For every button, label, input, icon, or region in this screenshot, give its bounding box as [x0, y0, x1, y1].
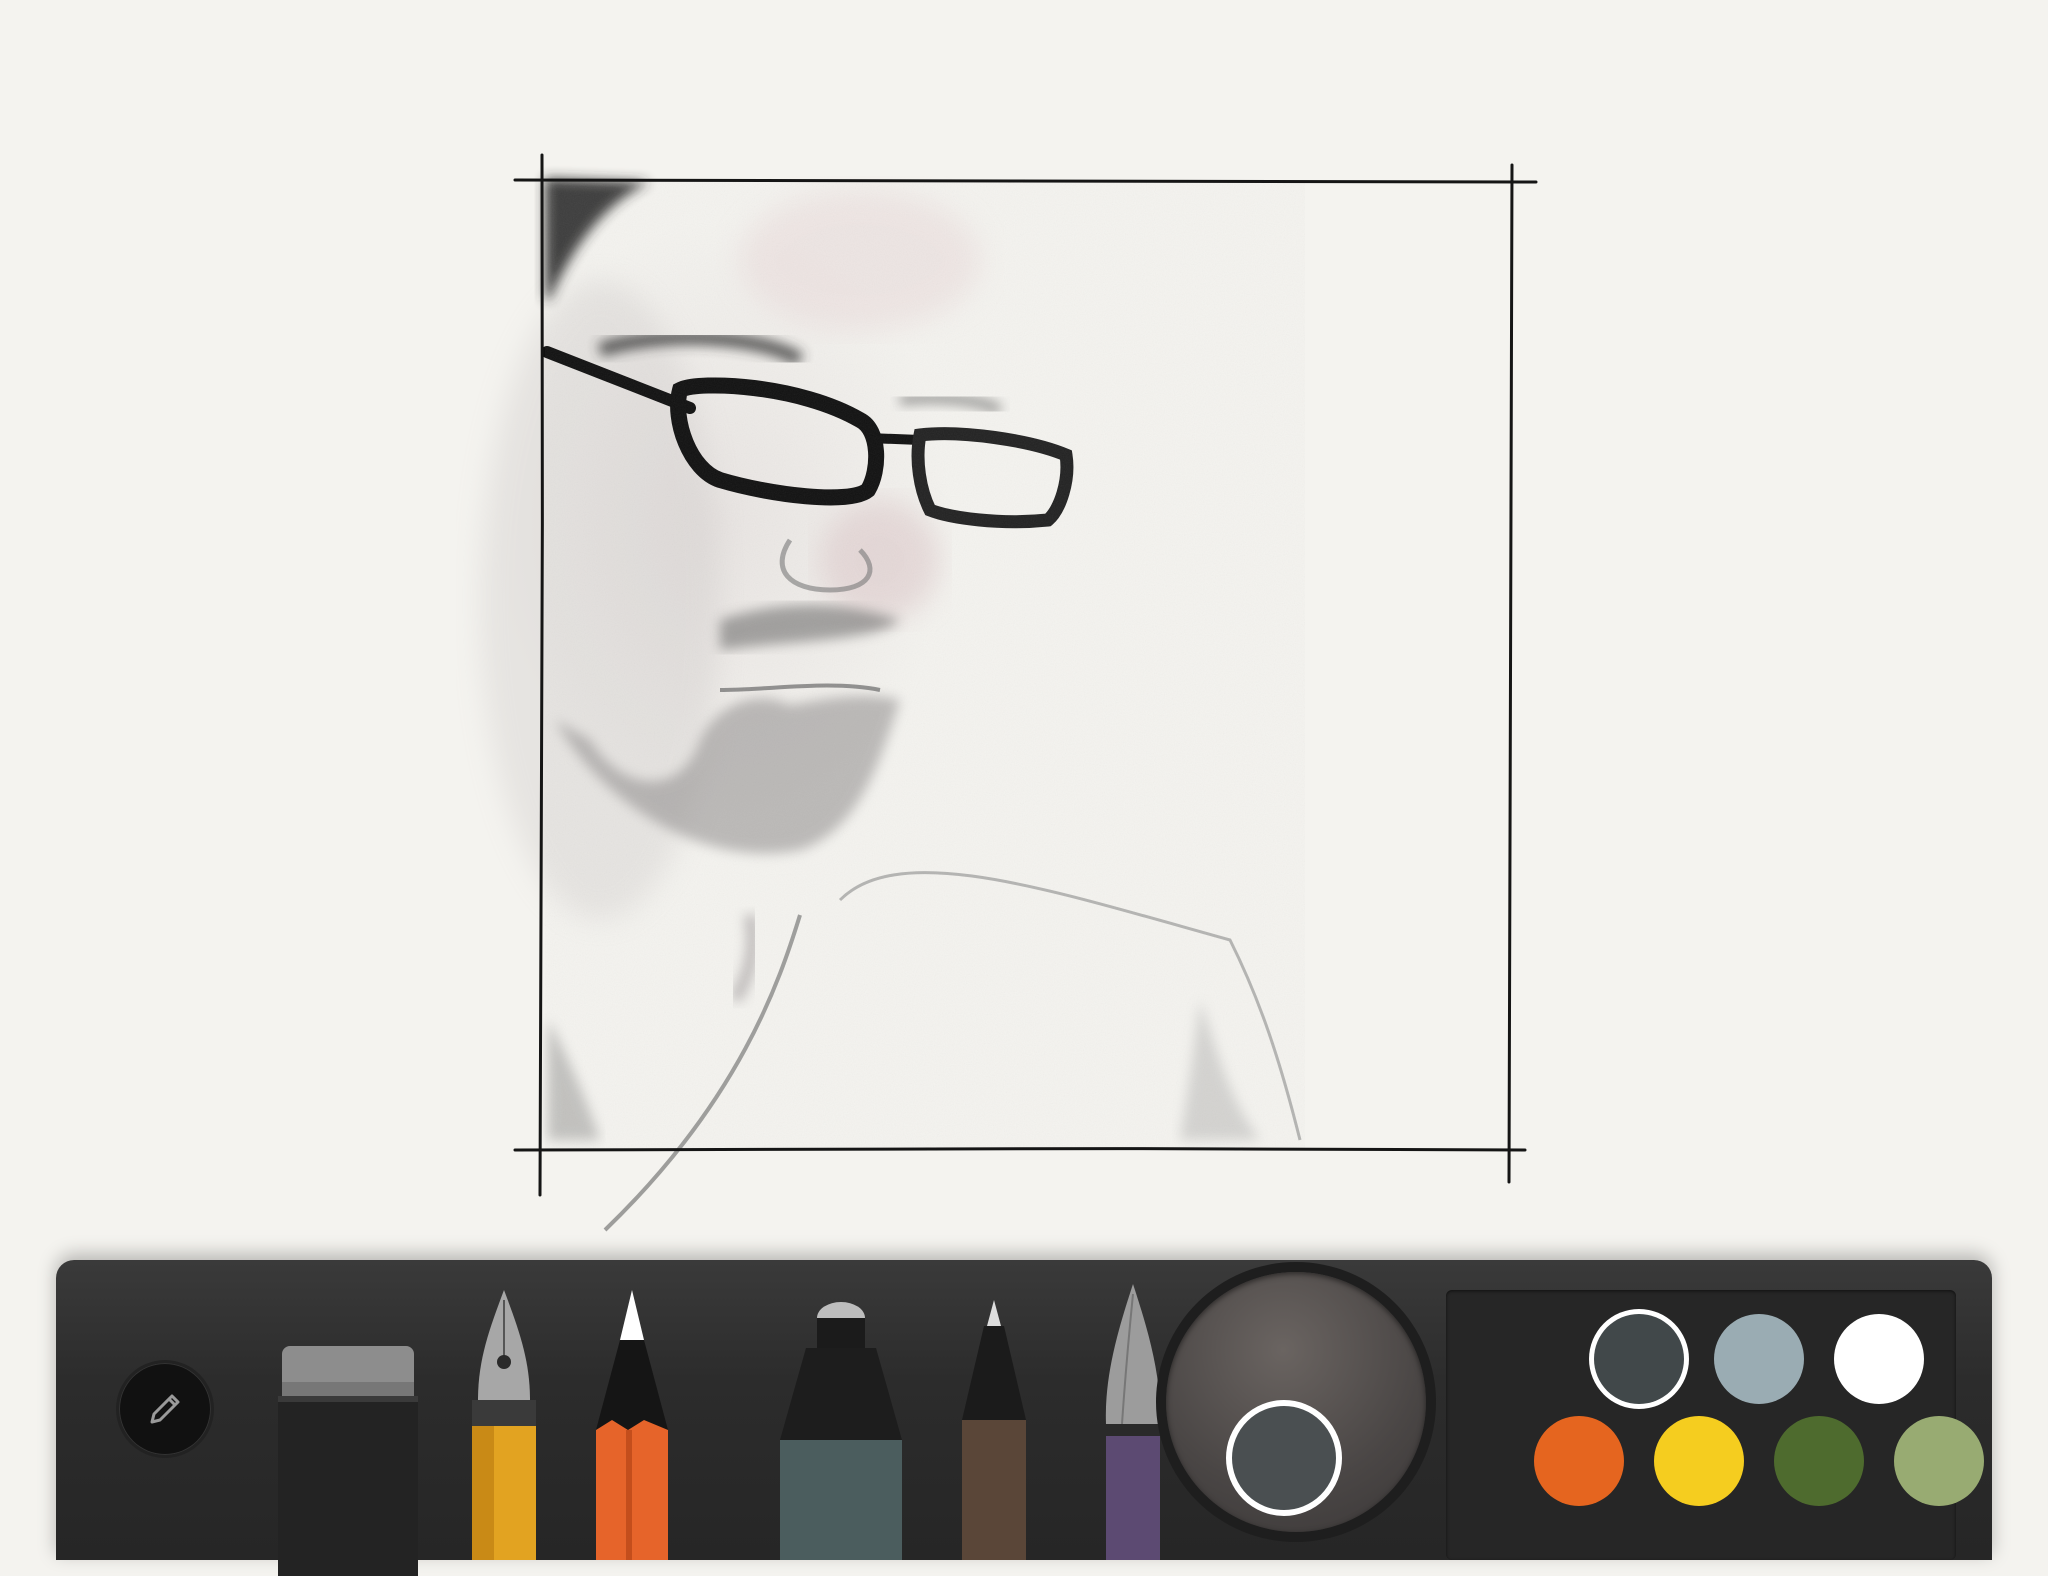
- swatch-white[interactable]: [1834, 1314, 1924, 1404]
- brush-icon: [1104, 1284, 1162, 1560]
- current-color-swatch[interactable]: [1226, 1400, 1342, 1516]
- swatch-dark-gray[interactable]: [1594, 1314, 1684, 1404]
- pencil-tool[interactable]: [592, 1290, 672, 1560]
- eraser-tool[interactable]: [278, 1346, 418, 1576]
- marker-tool[interactable]: [776, 1300, 906, 1560]
- swatch-yellow[interactable]: [1654, 1416, 1744, 1506]
- fine-pen-icon: [962, 1300, 1026, 1560]
- fine-pen-tool[interactable]: [954, 1300, 1034, 1560]
- fountain-pen-tool[interactable]: [464, 1290, 544, 1560]
- swatch-sage-green[interactable]: [1894, 1416, 1984, 1506]
- swatch-blue-gray[interactable]: [1714, 1314, 1804, 1404]
- toggle-toolbar-button[interactable]: [119, 1363, 211, 1455]
- tool-tray: [56, 1260, 1992, 1576]
- swatch-dark-green[interactable]: [1774, 1416, 1864, 1506]
- pencil-tool-icon: [596, 1290, 668, 1560]
- fountain-pen-icon: [472, 1290, 536, 1560]
- marker-icon: [780, 1302, 902, 1560]
- swatch-orange[interactable]: [1534, 1416, 1624, 1506]
- color-palette: [1446, 1290, 1984, 1560]
- sketch-portrait: [480, 178, 1305, 1232]
- eraser-icon: [278, 1346, 418, 1576]
- brush-tool[interactable]: [1098, 1284, 1168, 1560]
- pencil-icon: [150, 1394, 180, 1424]
